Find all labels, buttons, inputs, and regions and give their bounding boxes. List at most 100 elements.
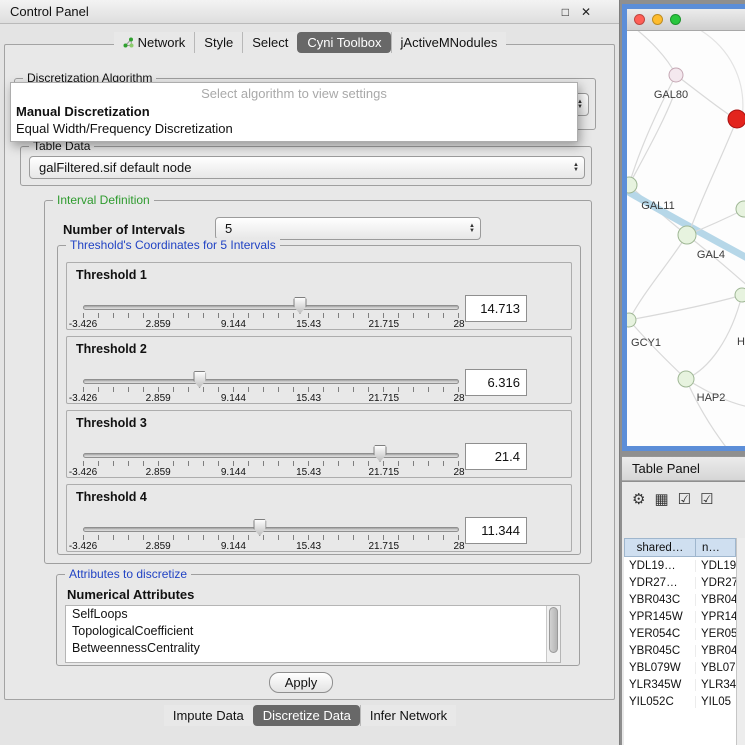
network-edge[interactable]: [629, 235, 687, 320]
tab-style[interactable]: Style: [194, 32, 242, 53]
table-row[interactable]: YLR345WYLR34: [624, 676, 736, 693]
network-canvas[interactable]: GAL80GAL11GAL4GCY1HHAP2: [627, 31, 745, 446]
number-of-intervals-value: 5: [225, 221, 232, 236]
network-node[interactable]: [735, 288, 745, 302]
table-row[interactable]: YER054CYER05: [624, 625, 736, 642]
threshold-value-field[interactable]: 14.713: [465, 295, 527, 322]
numerical-attributes-list[interactable]: SelfLoopsTopologicalCoefficientBetweenne…: [65, 605, 561, 663]
tab-cyni-toolbox[interactable]: Cyni Toolbox: [297, 32, 390, 53]
tab-impute-data[interactable]: Impute Data: [164, 705, 253, 726]
scale-tick-label: 15.43: [296, 541, 321, 552]
network-node[interactable]: [669, 68, 683, 82]
select-all-icon[interactable]: ☑: [678, 492, 691, 507]
cell-shared-name: YBR045C: [624, 645, 696, 657]
scale-tick-label: 28: [453, 541, 464, 552]
gear-icon[interactable]: ⚙: [632, 492, 645, 507]
tab-network[interactable]: Network: [114, 32, 195, 53]
attributes-group: Attributes to discretize Numerical Attri…: [56, 574, 580, 666]
tab-label: Impute Data: [173, 708, 244, 723]
tab-jactivemnodules[interactable]: jActiveMNodules: [391, 32, 507, 53]
threshold-value-field[interactable]: 6.316: [465, 369, 527, 396]
network-edge[interactable]: [629, 296, 739, 320]
select-none-icon[interactable]: ☑: [700, 492, 713, 507]
attributes-scrollbar-thumb[interactable]: [549, 607, 558, 653]
scale-tick-label: 2.859: [146, 541, 171, 552]
cell-name: YDL19: [696, 560, 736, 572]
table-header-row: shared…n…: [624, 538, 736, 557]
attribute-item[interactable]: BetweennessCentrality: [66, 640, 560, 657]
slider-thumb[interactable]: [193, 371, 206, 388]
table-scrollbar[interactable]: [736, 538, 745, 745]
table-toolbar: ⚙ ▦ ☑ ☑: [622, 486, 745, 512]
table-row[interactable]: YBR043CYBR04: [624, 591, 736, 608]
table-row[interactable]: YIL052CYIL05: [624, 693, 736, 710]
scale-tick-label: 21.715: [369, 541, 400, 552]
network-node[interactable]: [678, 226, 696, 244]
threshold-slider[interactable]: -3.4262.8599.14415.4321.71528: [83, 299, 459, 329]
threshold-value-field[interactable]: 11.344: [465, 517, 527, 544]
table-data-combobox[interactable]: galFiltered.sif default node ▲▼: [29, 156, 585, 179]
cell-name: YPR14: [696, 611, 736, 623]
scale-tick-label: 15.43: [296, 319, 321, 330]
slider-thumb[interactable]: [374, 445, 387, 462]
attributes-scrollbar[interactable]: [546, 606, 560, 662]
algorithm-option-equal-width-frequency-discretization[interactable]: Equal Width/Frequency Discretization: [11, 120, 577, 137]
table-data-value: galFiltered.sif default node: [39, 160, 191, 175]
network-window-titlebar: [627, 9, 745, 31]
network-edge[interactable]: [686, 379, 729, 446]
close-traffic-icon[interactable]: [634, 14, 645, 25]
scale-tick-label: -3.426: [69, 541, 97, 552]
traffic-lights: [634, 14, 681, 25]
table-row[interactable]: YBR045CYBR04: [624, 642, 736, 659]
number-of-intervals-combobox[interactable]: 5 ▲▼: [215, 217, 481, 240]
network-edge[interactable]: [629, 320, 686, 379]
table-row[interactable]: YDR27…YDR27: [624, 574, 736, 591]
slider-track: [83, 527, 459, 532]
network-node[interactable]: [627, 313, 636, 327]
control-panel-title: Control Panel: [10, 4, 89, 19]
table-row[interactable]: YBL079WYBL07: [624, 659, 736, 676]
interval-definition-legend: Interval Definition: [53, 193, 154, 207]
threshold-slider[interactable]: -3.4262.8599.14415.4321.71528: [83, 521, 459, 551]
minimize-traffic-icon[interactable]: [652, 14, 663, 25]
scale-tick-label: 9.144: [221, 541, 246, 552]
network-edge[interactable]: [629, 97, 673, 185]
slider-thumb[interactable]: [253, 519, 266, 536]
apply-button[interactable]: Apply: [269, 672, 333, 693]
network-node-label: HAP2: [697, 392, 726, 404]
threshold-value-field[interactable]: 21.4: [465, 443, 527, 470]
scale-tick-label: 2.859: [146, 393, 171, 404]
slider-scale-labels: -3.4262.8599.14415.4321.71528: [83, 467, 459, 479]
column-header-1[interactable]: shared…: [624, 538, 696, 557]
network-edge[interactable]: [631, 31, 676, 75]
threshold-label: Threshold 4: [76, 490, 147, 504]
attribute-item[interactable]: TopologicalCoefficient: [66, 623, 560, 640]
tab-select[interactable]: Select: [242, 32, 297, 53]
cell-shared-name: YPR145W: [624, 611, 696, 623]
network-edge[interactable]: [686, 295, 742, 379]
float-window-icon[interactable]: □: [562, 5, 569, 19]
zoom-traffic-icon[interactable]: [670, 14, 681, 25]
threshold-slider[interactable]: -3.4262.8599.14415.4321.71528: [83, 373, 459, 403]
network-node-label: GCY1: [631, 337, 661, 349]
table-panel-header: Table Panel: [622, 456, 745, 481]
threshold-slider[interactable]: -3.4262.8599.14415.4321.71528: [83, 447, 459, 477]
close-window-icon[interactable]: ✕: [581, 5, 591, 19]
slider-scale-labels: -3.4262.8599.14415.4321.71528: [83, 319, 459, 331]
attribute-item[interactable]: SelfLoops: [66, 606, 560, 623]
cell-shared-name: YER054C: [624, 628, 696, 640]
table-row[interactable]: YPR145WYPR14: [624, 608, 736, 625]
cell-shared-name: YDL19…: [624, 560, 696, 572]
slider-thumb[interactable]: [294, 297, 307, 314]
tab-discretize-data[interactable]: Discretize Data: [253, 705, 360, 726]
column-header-2[interactable]: n…: [696, 538, 736, 557]
attributes-legend: Attributes to discretize: [65, 567, 191, 581]
slider-ticks: [83, 461, 459, 466]
show-columns-icon[interactable]: ▦: [654, 492, 668, 507]
table-row[interactable]: YDL19…YDL19: [624, 557, 736, 574]
network-node[interactable]: [678, 371, 694, 387]
network-node[interactable]: [728, 110, 745, 128]
network-node[interactable]: [736, 201, 745, 217]
algorithm-option-manual-discretization[interactable]: Manual Discretization: [11, 103, 577, 120]
tab-infer-network[interactable]: Infer Network: [360, 705, 456, 726]
